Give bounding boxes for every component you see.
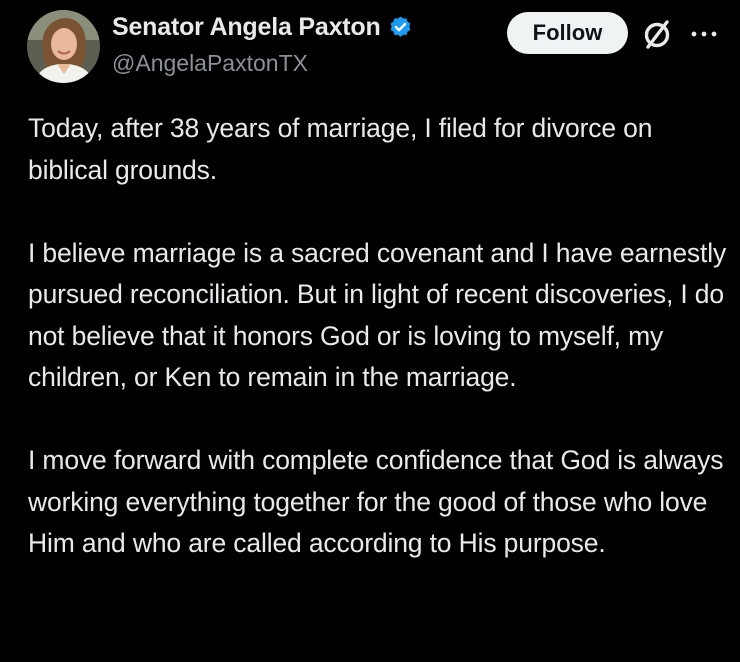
verified-badge-icon	[388, 15, 413, 40]
post-body: Today, after 38 years of marriage, I fil…	[28, 108, 733, 565]
post-paragraph: Today, after 38 years of marriage, I fil…	[28, 113, 653, 185]
follow-button[interactable]: Follow	[507, 12, 628, 54]
author-display-name[interactable]: Senator Angela Paxton	[112, 13, 381, 42]
author-handle[interactable]: @AngelaPaxtonTX	[112, 50, 308, 77]
post: Senator Angela Paxton @AngelaPaxtonTX Fo…	[0, 0, 740, 662]
post-paragraph: I believe marriage is a sacred covenant …	[28, 237, 727, 393]
empty-set-icon[interactable]	[640, 17, 674, 51]
more-horizontal-icon[interactable]	[690, 27, 718, 39]
avatar[interactable]	[27, 10, 100, 83]
post-paragraph: I move forward with complete confidence …	[28, 445, 724, 558]
author-name-row: Senator Angela Paxton	[112, 13, 413, 42]
